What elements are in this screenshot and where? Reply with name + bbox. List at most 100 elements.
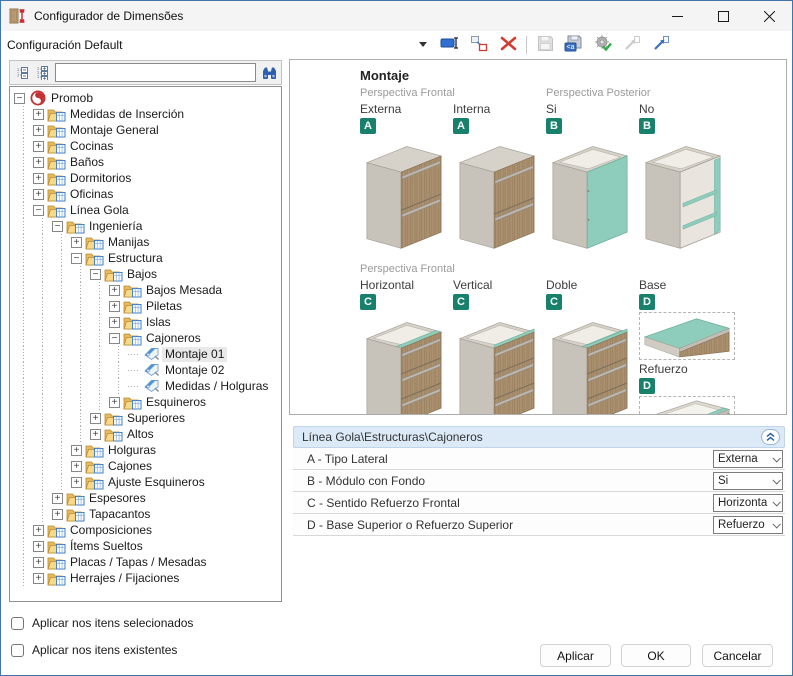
tree-toggle[interactable]: + bbox=[52, 509, 63, 520]
apply-configuration-button[interactable] bbox=[592, 34, 614, 56]
tree-item-label: Estructura bbox=[105, 251, 166, 266]
tree-item-composiciones[interactable]: +Composiciones bbox=[10, 522, 281, 538]
tree-item-ajuste-esquineros[interactable]: +Ajuste Esquineros bbox=[10, 474, 281, 490]
property-select-d[interactable]: Refuerzo bbox=[713, 516, 783, 534]
tree-item-placas-tapas-mesadas[interactable]: +Placas / Tapas / Mesadas bbox=[10, 554, 281, 570]
tree-search-input[interactable] bbox=[55, 63, 256, 82]
tree-toggle[interactable]: + bbox=[109, 301, 120, 312]
tree-item-label: Baños bbox=[67, 155, 107, 170]
tree-guide bbox=[14, 506, 33, 522]
tree-item-bajos[interactable]: −Bajos bbox=[10, 266, 281, 282]
folder-icon bbox=[85, 234, 104, 250]
tree-item-montaje-general[interactable]: +Montaje General bbox=[10, 122, 281, 138]
tree-item-tems-sueltos[interactable]: +Ítems Sueltos bbox=[10, 538, 281, 554]
property-select-c[interactable]: Horizonta bbox=[713, 494, 783, 512]
tree-toggle[interactable]: + bbox=[109, 317, 120, 328]
tree-toggle[interactable]: + bbox=[33, 157, 44, 168]
tree-item-altos[interactable]: +Altos bbox=[10, 426, 281, 442]
tree-item-ingenier-a[interactable]: − Ingeniería bbox=[10, 218, 281, 234]
tree-item-montaje-01[interactable]: Montaje 01 bbox=[10, 346, 281, 362]
tree-toggle[interactable]: + bbox=[71, 445, 82, 456]
tree-toggle[interactable]: − bbox=[90, 269, 101, 280]
tree-toggle[interactable]: − bbox=[33, 205, 44, 216]
tree-item-label: Ingeniería bbox=[86, 219, 145, 234]
tree-guide bbox=[14, 122, 33, 138]
tree-item-l-nea-gola[interactable]: −Línea Gola bbox=[10, 202, 281, 218]
collapse-section-button[interactable] bbox=[761, 429, 780, 445]
import-button[interactable] bbox=[621, 34, 643, 56]
tree-toggle[interactable]: + bbox=[33, 141, 44, 152]
maximize-button[interactable] bbox=[700, 1, 746, 31]
tree-item-bajos-mesada[interactable]: + Bajos Mesada bbox=[10, 282, 281, 298]
minimize-button[interactable] bbox=[654, 1, 700, 31]
tree-toggle[interactable]: + bbox=[33, 525, 44, 536]
tree-item-label: Bajos Mesada bbox=[143, 283, 225, 298]
tree-item-medidas-holguras[interactable]: Medidas / Holguras bbox=[10, 378, 281, 394]
tree-item-cocinas[interactable]: +Cocinas bbox=[10, 138, 281, 154]
save-configuration-button[interactable]: <a bbox=[563, 34, 585, 56]
tree-toggle[interactable]: + bbox=[109, 285, 120, 296]
tree-item-esquineros[interactable]: +Esquineros bbox=[10, 394, 281, 410]
tree-toggle[interactable]: − bbox=[71, 253, 82, 264]
tree-toggle[interactable]: + bbox=[33, 125, 44, 136]
tree-toggle[interactable]: − bbox=[14, 93, 25, 104]
configuration-select[interactable]: Configuración Default bbox=[1, 32, 433, 57]
tree-item-label: Dormitorios bbox=[67, 171, 134, 186]
tree-toggle[interactable]: + bbox=[71, 237, 82, 248]
tree-guide bbox=[14, 154, 33, 170]
tree-item-manijas[interactable]: +Manijas bbox=[10, 234, 281, 250]
tree-item-superiores[interactable]: +Superiores bbox=[10, 410, 281, 426]
tree-item-holguras[interactable]: +Holguras bbox=[10, 442, 281, 458]
tree-item-cajones[interactable]: +Cajones bbox=[10, 458, 281, 474]
save-button[interactable] bbox=[534, 34, 556, 56]
ok-button[interactable]: OK bbox=[621, 644, 691, 667]
tree-toggle[interactable]: + bbox=[33, 573, 44, 584]
tree-item-medidas-de-inserci-n[interactable]: +Medidas de Inserción bbox=[10, 106, 281, 122]
delete-configuration-button[interactable] bbox=[497, 34, 519, 56]
tree-item-tapacantos[interactable]: +Tapacantos bbox=[10, 506, 281, 522]
tree-item-ba-os[interactable]: + Baños bbox=[10, 154, 281, 170]
tree-toggle[interactable]: + bbox=[71, 461, 82, 472]
tree-toggle[interactable]: − bbox=[109, 333, 120, 344]
tree-guide bbox=[71, 378, 90, 394]
export-button[interactable] bbox=[650, 34, 672, 56]
dialog-configurador-dimensoes: Configurador de Dimensões Configuración … bbox=[0, 0, 793, 676]
tree-toggle[interactable]: + bbox=[109, 397, 120, 408]
tree-toggle[interactable]: + bbox=[33, 109, 44, 120]
tree-guide bbox=[109, 362, 128, 378]
tree-toggle[interactable]: + bbox=[33, 173, 44, 184]
tree-item-herrajes-fijaciones[interactable]: +Herrajes / Fijaciones bbox=[10, 570, 281, 586]
apply-existing-items-checkbox[interactable] bbox=[11, 644, 24, 657]
tree-toggle[interactable]: + bbox=[33, 189, 44, 200]
tree-item-oficinas[interactable]: +Oficinas bbox=[10, 186, 281, 202]
tree-item-promob[interactable]: −Promob bbox=[10, 90, 281, 106]
collapse-all-button[interactable] bbox=[12, 63, 32, 83]
tree-toggle[interactable]: + bbox=[71, 477, 82, 488]
duplicate-configuration-button[interactable] bbox=[468, 34, 490, 56]
tree-toggle[interactable]: + bbox=[90, 429, 101, 440]
tree-item-dormitorios[interactable]: + Dormitorios bbox=[10, 170, 281, 186]
folder-icon bbox=[66, 218, 85, 234]
property-select-a[interactable]: Externa bbox=[713, 450, 783, 468]
tree-toggle[interactable]: + bbox=[33, 541, 44, 552]
apply-selected-items-checkbox[interactable] bbox=[11, 617, 24, 630]
card-label: Externa bbox=[360, 102, 448, 116]
tree-item-estructura[interactable]: − Estructura bbox=[10, 250, 281, 266]
tree-item-cajoneros[interactable]: −Cajoneros bbox=[10, 330, 281, 346]
tree-item-espesores[interactable]: +Espesores bbox=[10, 490, 281, 506]
rename-configuration-button[interactable] bbox=[439, 34, 461, 56]
search-button[interactable] bbox=[259, 63, 279, 83]
tree-item-piletas[interactable]: +Piletas bbox=[10, 298, 281, 314]
close-button[interactable] bbox=[746, 1, 792, 31]
tree-toggle[interactable]: + bbox=[52, 493, 63, 504]
card-badge: A bbox=[360, 118, 376, 134]
aplicar-button[interactable]: Aplicar bbox=[540, 644, 611, 667]
property-select-b[interactable]: Si bbox=[713, 472, 783, 490]
expand-all-button[interactable] bbox=[32, 63, 52, 83]
tree-item-montaje-02[interactable]: Montaje 02 bbox=[10, 362, 281, 378]
tree-toggle[interactable]: + bbox=[90, 413, 101, 424]
tree-toggle[interactable]: − bbox=[52, 221, 63, 232]
tree-item-islas[interactable]: +Islas bbox=[10, 314, 281, 330]
cancelar-button[interactable]: Cancelar bbox=[702, 644, 773, 667]
tree-toggle[interactable]: + bbox=[33, 557, 44, 568]
